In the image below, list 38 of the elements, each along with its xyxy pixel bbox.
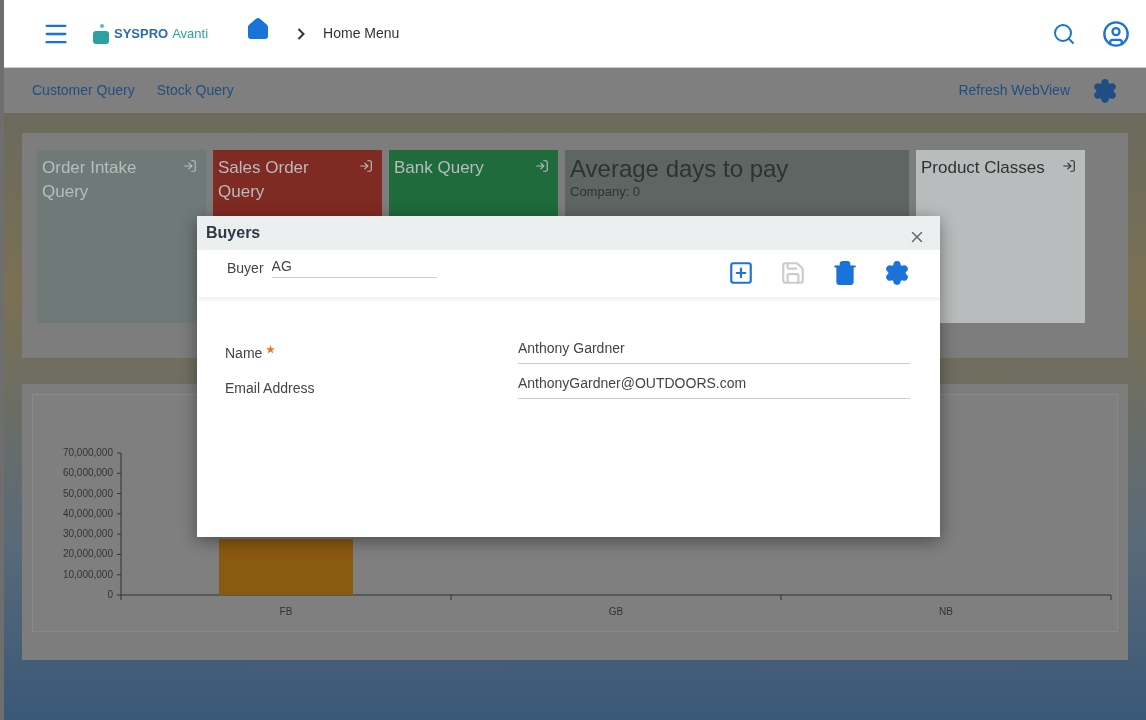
text-field[interactable]: Anthony Gardner <box>518 338 910 364</box>
breadcrumb[interactable]: Home Menu <box>323 23 400 44</box>
y-tick-label: 0 <box>107 589 113 600</box>
field-label: Name <box>225 344 263 363</box>
search-icon[interactable] <box>1052 21 1076 46</box>
home-icon[interactable] <box>246 16 271 41</box>
logo-text: SYSPRO <box>114 24 169 43</box>
dialog-title: Buyers <box>206 223 262 243</box>
y-tick-label: 40,000,000 <box>62 507 113 519</box>
text-field[interactable]: AnthonyGardner@OUTDOORS.com <box>518 373 910 399</box>
y-tick-label: 10,000,000 <box>62 568 113 580</box>
user-icon[interactable] <box>1102 19 1130 48</box>
buyer-field[interactable]: AG <box>271 256 437 278</box>
field-label: Email Address <box>225 379 315 398</box>
tile-title: Bank Query <box>394 157 485 179</box>
x-tick-label: FB <box>279 606 293 617</box>
open-icon <box>535 159 549 173</box>
tile-title: Sales Order Query <box>218 157 310 203</box>
logo-suffix: Avanti <box>172 24 209 43</box>
y-tick-label: 50,000,000 <box>62 487 113 499</box>
settings-button[interactable] <box>884 260 910 286</box>
tile[interactable]: Product Classes <box>916 150 1085 323</box>
chevron-icon <box>297 27 306 40</box>
y-tick-label: 70,000,000 <box>62 447 113 458</box>
x-tick-label: NB <box>939 606 953 617</box>
add-button[interactable] <box>728 260 754 286</box>
y-tick-label: 20,000,000 <box>62 548 113 560</box>
y-tick-label: 60,000,000 <box>62 467 113 479</box>
tile-title: Product Classes <box>921 157 1046 179</box>
y-tick-label: 30,000,000 <box>62 528 113 540</box>
open-icon <box>183 159 197 173</box>
x-tick-label: GB <box>608 606 624 617</box>
open-icon <box>1062 159 1076 173</box>
logo-icon <box>92 22 110 45</box>
tile-title: Order Intake Query <box>42 157 138 203</box>
open-icon <box>359 159 373 173</box>
delete-button[interactable] <box>832 260 858 286</box>
buyer-label: Buyer <box>227 259 264 278</box>
